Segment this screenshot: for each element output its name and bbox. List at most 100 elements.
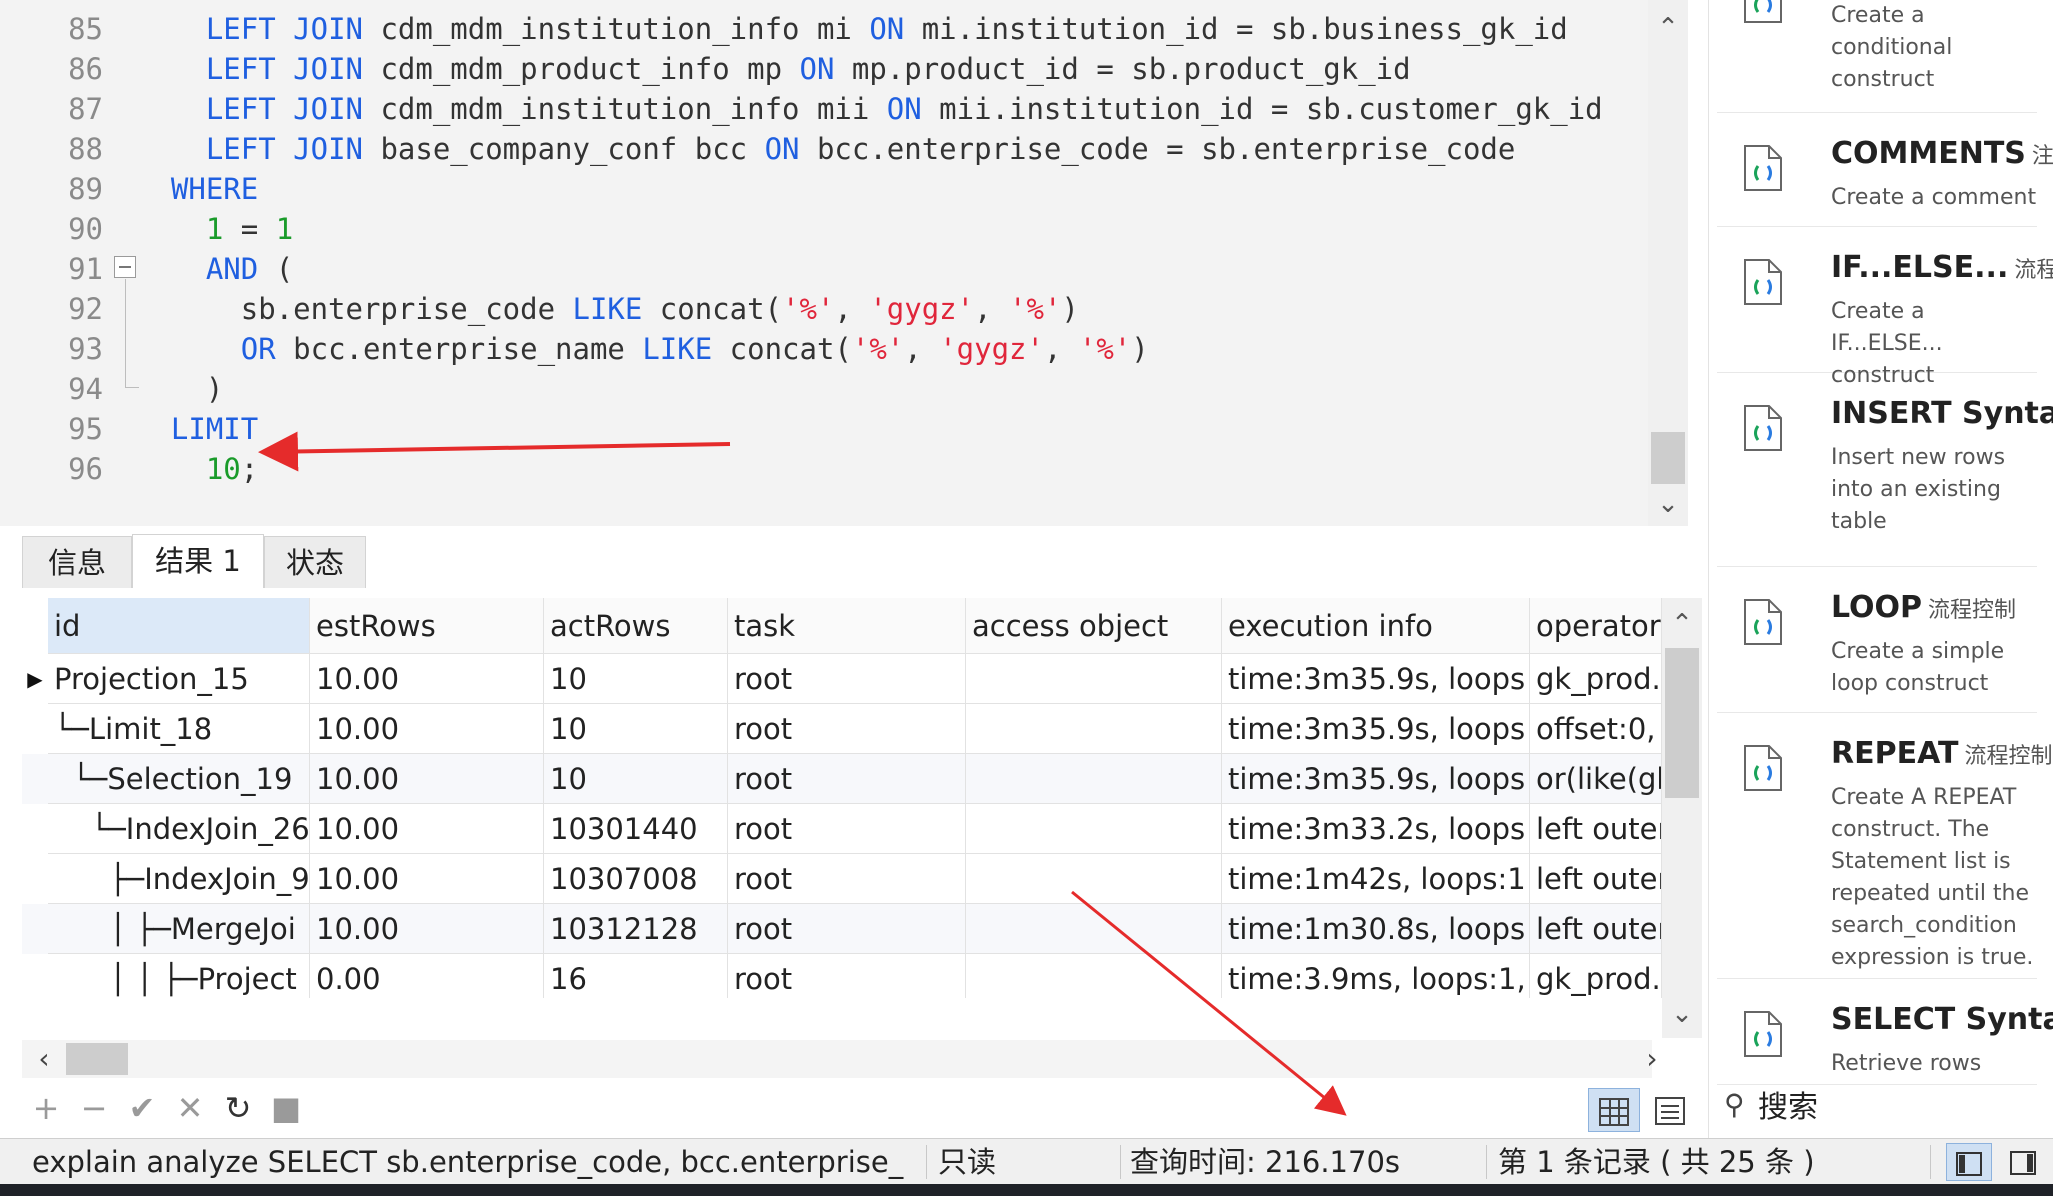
chevron-down-icon[interactable]: ⌄ xyxy=(1662,994,1702,1034)
table-cell[interactable]: │ │ ├─Project xyxy=(48,954,310,998)
editor-vertical-scrollbar[interactable]: ⌃ ⌄ xyxy=(1648,0,1688,526)
table-cell[interactable]: root xyxy=(728,854,966,904)
grid-horizontal-scrollbar[interactable]: ‹ › xyxy=(22,1040,1658,1078)
table-cell[interactable]: 10307008 xyxy=(544,854,728,904)
table-cell[interactable]: 10.00 xyxy=(310,754,544,804)
panel-right-toggle-icon[interactable] xyxy=(2000,1143,2046,1181)
snippet-item[interactable]: REPEAT 流程控制 Create A REPEAT construct. The… xyxy=(1717,712,2052,979)
status-divider xyxy=(1486,1145,1487,1179)
table-cell[interactable]: root xyxy=(728,804,966,854)
table-cell[interactable]: ├─IndexJoin_9 xyxy=(48,854,310,904)
table-row[interactable]: ▶ Projection_15 10.00 10 root time:3m35.9s, l… xyxy=(22,654,1662,704)
sql-editor[interactable]: 85 LEFT JOIN cdm_mdm_institution_info mi… xyxy=(0,0,1688,526)
table-row[interactable]: ├─IndexJoin_9 10.00 10307008 root time:1m42s… xyxy=(22,854,1662,904)
snippet-item[interactable]: Create a conditional construct xyxy=(1717,0,2037,113)
table-cell[interactable]: time:3m33.2s, loops xyxy=(1222,804,1530,854)
grid-vertical-scrollbar[interactable]: ⌃ ⌄ xyxy=(1662,598,1702,1038)
result-grid[interactable]: id estRows actRows task access object executi… xyxy=(22,598,1662,998)
table-cell[interactable]: time:3m35.9s, loops xyxy=(1222,654,1530,704)
check-icon[interactable]: ✔ xyxy=(122,1082,162,1134)
table-cell[interactable]: root xyxy=(728,704,966,754)
table-cell[interactable]: │ ├─MergeJoi xyxy=(48,904,310,954)
table-cell[interactable]: 10.00 xyxy=(310,904,544,954)
table-cell[interactable]: left outer xyxy=(1530,804,1662,854)
tab-status[interactable]: 状态 xyxy=(264,536,366,588)
table-cell[interactable]: time:3m35.9s, loops xyxy=(1222,754,1530,804)
table-cell[interactable]: 10.00 xyxy=(310,704,544,754)
table-cell[interactable]: 10 xyxy=(544,704,728,754)
stop-icon[interactable]: ■ xyxy=(266,1082,306,1134)
table-cell[interactable]: root xyxy=(728,654,966,704)
table-cell[interactable]: root xyxy=(728,754,966,804)
table-cell[interactable]: └─Selection_19 xyxy=(48,754,310,804)
editor-scroll-thumb[interactable] xyxy=(1651,432,1685,484)
table-cell[interactable]: root xyxy=(728,904,966,954)
column-header-operator[interactable]: operator xyxy=(1530,598,1662,654)
table-cell[interactable]: time:1m42s, loops:1 xyxy=(1222,854,1530,904)
tab-result-1[interactable]: 结果 1 xyxy=(132,534,264,588)
table-cell[interactable]: 16 xyxy=(544,954,728,998)
snippet-item[interactable]: IF...ELSE... 流程 Create a IF...ELSE... cons… xyxy=(1717,226,2053,388)
table-cell[interactable] xyxy=(966,904,1222,954)
table-cell[interactable]: └─Limit_18 xyxy=(48,704,310,754)
form-view-icon[interactable] xyxy=(1644,1088,1696,1132)
column-header-id[interactable]: id xyxy=(48,598,310,654)
table-cell[interactable] xyxy=(966,804,1222,854)
grid-scroll-thumb[interactable] xyxy=(1665,648,1699,798)
table-cell[interactable]: 10.00 xyxy=(310,854,544,904)
chevron-left-icon[interactable]: ‹ xyxy=(24,1040,64,1078)
chevron-down-icon[interactable]: ⌄ xyxy=(1648,484,1688,524)
column-header-execution-info[interactable]: execution info xyxy=(1222,598,1530,654)
table-cell[interactable]: Projection_15 xyxy=(48,654,310,704)
table-cell[interactable] xyxy=(966,704,1222,754)
table-cell[interactable] xyxy=(966,954,1222,998)
table-cell[interactable]: left outer xyxy=(1530,904,1662,954)
x-icon[interactable]: ✕ xyxy=(170,1082,210,1134)
table-cell[interactable]: time:3.9ms, loops:1, xyxy=(1222,954,1530,998)
table-cell[interactable]: 10.00 xyxy=(310,654,544,704)
table-row[interactable]: └─Limit_18 10.00 10 root time:3m35.9s, loops… xyxy=(22,704,1662,754)
snippet-search[interactable]: ⚲ 搜索 xyxy=(1708,1082,2053,1134)
refresh-icon[interactable]: ↻ xyxy=(218,1082,258,1134)
table-cell[interactable] xyxy=(966,754,1222,804)
chevron-up-icon[interactable]: ⌃ xyxy=(1648,8,1688,48)
table-cell[interactable]: offset:0, c xyxy=(1530,704,1662,754)
table-cell[interactable]: 10301440 xyxy=(544,804,728,854)
snippet-item[interactable]: COMMENTS 注 Create a comment xyxy=(1717,112,2053,227)
column-header-access-object[interactable]: access object xyxy=(966,598,1222,654)
table-cell[interactable]: └─IndexJoin_26 xyxy=(48,804,310,854)
table-cell[interactable] xyxy=(966,854,1222,904)
table-cell[interactable]: 10.00 xyxy=(310,804,544,854)
table-cell[interactable]: 0.00 xyxy=(310,954,544,998)
table-row[interactable]: │ │ ├─Project 0.00 16 root time:3.9ms, loops… xyxy=(22,954,1662,998)
fold-toggle-icon[interactable] xyxy=(114,256,136,278)
table-cell[interactable]: time:1m30.8s, loops xyxy=(1222,904,1530,954)
column-header-actrows[interactable]: actRows xyxy=(544,598,728,654)
snippet-item[interactable]: SELECT Synta Retrieve rows xyxy=(1717,978,2053,1085)
snippet-item[interactable]: INSERT Synta Insert new rows into an exis… xyxy=(1717,372,2053,567)
table-cell[interactable] xyxy=(966,654,1222,704)
table-cell[interactable]: or(like(gk xyxy=(1530,754,1662,804)
chevron-right-icon[interactable]: › xyxy=(1632,1040,1672,1078)
table-cell[interactable]: 10312128 xyxy=(544,904,728,954)
table-cell[interactable]: gk_prod.c xyxy=(1530,654,1662,704)
panel-left-toggle-icon[interactable] xyxy=(1946,1143,1992,1181)
grid-hscroll-thumb[interactable] xyxy=(66,1043,128,1075)
table-cell[interactable]: 10 xyxy=(544,754,728,804)
table-cell[interactable]: 10 xyxy=(544,654,728,704)
table-cell[interactable]: time:3m35.9s, loops xyxy=(1222,704,1530,754)
column-header-task[interactable]: task xyxy=(728,598,966,654)
table-row[interactable]: └─Selection_19 10.00 10 root time:3m35.9s, l… xyxy=(22,754,1662,804)
table-cell[interactable]: gk_prod.c xyxy=(1530,954,1662,998)
table-cell[interactable]: left outer xyxy=(1530,854,1662,904)
table-cell[interactable]: root xyxy=(728,954,966,998)
chevron-up-icon[interactable]: ⌃ xyxy=(1662,604,1702,644)
column-header-estrows[interactable]: estRows xyxy=(310,598,544,654)
table-row[interactable]: │ ├─MergeJoi 10.00 10312128 root time:1m30.8… xyxy=(22,904,1662,954)
table-row[interactable]: └─IndexJoin_26 10.00 10301440 root time:3m33… xyxy=(22,804,1662,854)
minus-icon[interactable]: − xyxy=(74,1082,114,1134)
grid-view-icon[interactable] xyxy=(1588,1088,1640,1132)
plus-icon[interactable]: + xyxy=(26,1082,66,1134)
tab-info[interactable]: 信息 xyxy=(22,536,132,588)
snippet-item[interactable]: LOOP 流程控制 Create a simple loop construct xyxy=(1717,566,2037,713)
